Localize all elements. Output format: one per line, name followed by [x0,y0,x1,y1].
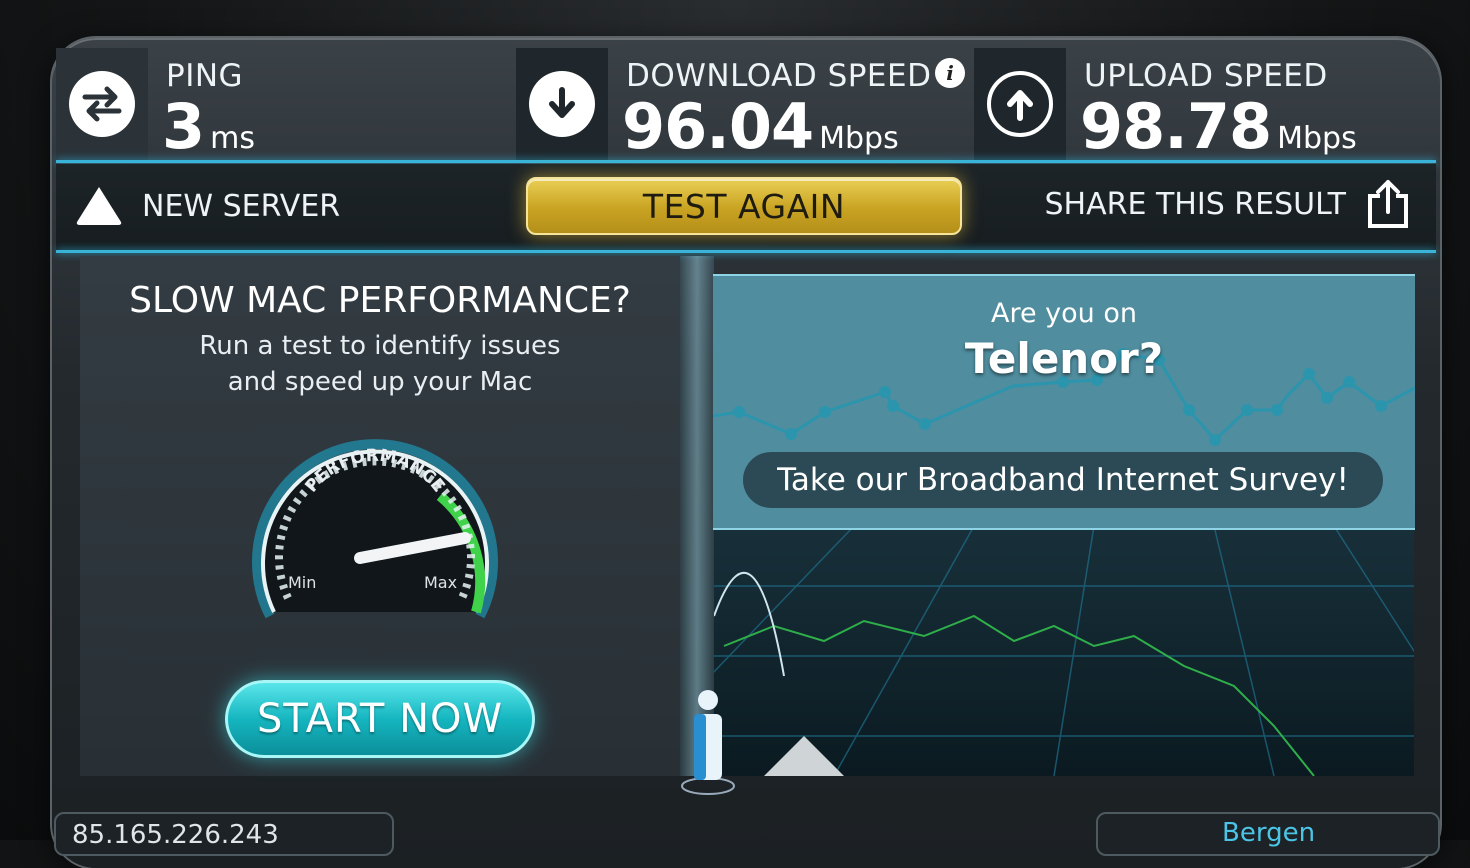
upload-unit: Mbps [1277,121,1357,156]
ad-title: SLOW MAC PERFORMANCE? [129,280,631,321]
download-value: 96.04 Mbps [622,90,899,163]
server-diamond [764,736,844,816]
performance-gauge: PERFORMANCE Min Max [252,439,498,619]
upload-panel: UPLOAD SPEED 98.78 Mbps [974,48,1436,163]
download-panel: DOWNLOAD SPEED 96.04 Mbps [516,48,972,163]
download-icon-cell [516,48,608,160]
ping-value: 3 ms [162,90,255,163]
ad-panel: SLOW MAC PERFORMANCE? Run a test to iden… [80,256,680,776]
share-button[interactable]: SHARE THIS RESULT [1045,178,1410,230]
user-location-icon [681,690,735,795]
glow-divider [56,250,1436,253]
triangle-icon [76,187,122,225]
download-unit: Mbps [819,121,899,156]
up-arrow-circle-icon [987,71,1053,137]
ad-subtitle-line-2: and speed up your Mac [227,367,533,397]
new-server-label: NEW SERVER [142,188,341,224]
ping-panel: PING 3 ms [56,48,516,163]
upload-label: UPLOAD SPEED [1084,58,1328,94]
two-way-arrows-icon [69,71,135,137]
upload-number: 98.78 [1080,90,1272,163]
ping-unit: ms [210,121,255,156]
down-arrow-circle-icon [529,71,595,137]
ping-number: 3 [162,90,205,163]
survey-question: Are you on [991,298,1137,329]
start-now-button[interactable]: START NOW [225,680,535,758]
ad-subtitle-line-1: Run a test to identify issues [199,331,561,361]
ad-subtitle: Run a test to identify issues and speed … [80,328,680,400]
gauge-min-label: Min [288,573,316,592]
content-area: SLOW MAC PERFORMANCE? Run a test to iden… [80,256,1470,816]
download-number: 96.04 [622,90,814,163]
map-grid [613,525,1470,816]
new-server-button[interactable]: NEW SERVER [74,184,340,228]
glow-divider [56,160,1436,163]
share-icon [1368,180,1408,228]
test-again-button[interactable]: TEST AGAIN [526,177,962,235]
survey-button[interactable]: Take our Broadband Internet Survey! [743,452,1383,508]
server-location-box: Bergen [1096,812,1440,856]
download-label: DOWNLOAD SPEED [626,58,932,94]
ip-address-box: 85.165.226.243 [54,812,394,856]
gauge-max-label: Max [424,573,457,592]
ip-address: 85.165.226.243 [72,820,279,850]
upload-value: 98.78 Mbps [1080,90,1357,163]
upload-icon-cell [974,48,1066,160]
survey-panel[interactable]: Are you on Telenor? Take our Broadband I… [713,274,1415,530]
share-label: SHARE THIS RESULT [1044,186,1346,222]
action-bar: NEW SERVER TEST AGAIN SHARE THIS RESULT [56,164,1436,250]
ping-label: PING [166,58,244,94]
results-bar: PING 3 ms DOWNLOAD SPEED 96.04 Mbps UPLO… [56,48,1436,163]
server-name: Bergen [1222,818,1316,848]
info-icon[interactable]: i [935,58,965,88]
map-area [613,525,1470,816]
ping-icon-cell [56,48,148,160]
survey-isp-name: Telenor? [964,334,1164,383]
